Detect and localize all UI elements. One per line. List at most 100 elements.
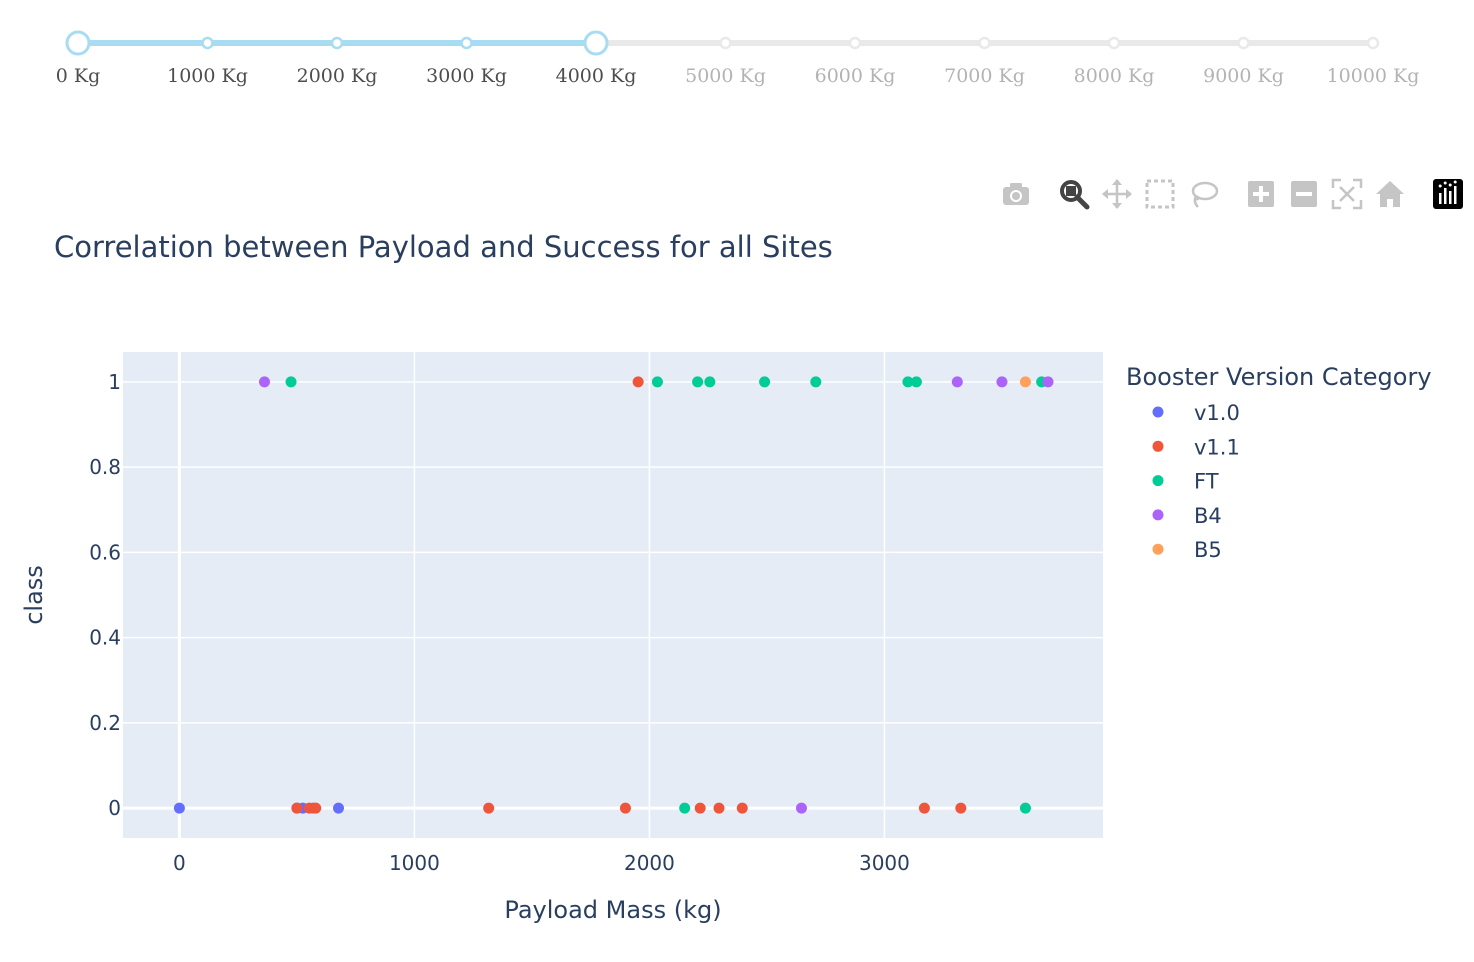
slider-mark-label[interactable]: 5000 Kg (685, 65, 766, 87)
data-point[interactable] (632, 376, 644, 388)
plotly-logo-button[interactable] (1426, 172, 1470, 216)
data-point[interactable] (173, 802, 185, 814)
data-point[interactable] (483, 802, 495, 814)
legend-label: v1.1 (1194, 435, 1240, 459)
data-point[interactable] (619, 802, 631, 814)
slider-mark-label[interactable]: 3000 Kg (426, 65, 507, 87)
y-tick-label: 0.4 (89, 626, 121, 650)
legend-label: FT (1194, 470, 1219, 494)
slider-mark-label[interactable]: 4000 Kg (556, 65, 637, 87)
data-point[interactable] (996, 376, 1008, 388)
lasso-select-button[interactable] (1181, 172, 1225, 216)
x-axis-title: Payload Mass (kg) (504, 896, 721, 924)
box-select-icon (1145, 179, 1175, 209)
zoom-out-button[interactable] (1282, 172, 1326, 216)
legend-label: v1.0 (1194, 401, 1240, 425)
slider-mark-label[interactable]: 8000 Kg (1074, 65, 1155, 87)
data-point[interactable] (955, 802, 967, 814)
data-point[interactable] (704, 376, 716, 388)
legend-item-B5[interactable]: B5 (1152, 538, 1222, 562)
data-point[interactable] (694, 802, 706, 814)
data-point[interactable] (679, 802, 691, 814)
slider-mark-label[interactable]: 2000 Kg (297, 65, 378, 87)
y-tick-label: 0.2 (89, 711, 121, 735)
y-tick-label: 0 (108, 796, 121, 820)
plotly-logo-icon (1433, 179, 1463, 209)
lasso-select-icon (1191, 181, 1219, 208)
plot-area[interactable] (123, 352, 1103, 838)
slider-mark-label[interactable]: 9000 Kg (1203, 65, 1284, 87)
series-B5 (1019, 376, 1031, 388)
payload-range-slider[interactable]: 0 Kg 1000 Kg 2000 Kg 3000 Kg 4000 Kg 5000 Kg 6… (0, 0, 1474, 130)
camera-icon (1003, 183, 1029, 205)
slider-mark-dot[interactable] (201, 36, 214, 50)
zoom-button[interactable] (1052, 172, 1096, 216)
data-point[interactable] (918, 802, 930, 814)
data-point[interactable] (713, 802, 725, 814)
camera-button[interactable] (994, 172, 1038, 216)
legend-item-B4[interactable]: B4 (1152, 504, 1222, 528)
y-tick-label: 1 (108, 370, 121, 394)
zoom-in-button[interactable] (1239, 172, 1283, 216)
x-tick-label: 3000 (859, 851, 910, 875)
legend-marker (1152, 406, 1164, 418)
slider-mark-label[interactable]: 0 Kg (56, 65, 101, 87)
slider-handle-max[interactable] (583, 30, 609, 56)
legend-title: Booster Version Category (1126, 363, 1432, 391)
slider-mark-dot[interactable] (1237, 36, 1250, 50)
slider-mark-dot[interactable] (1107, 36, 1121, 50)
y-tick-label: 0.8 (89, 455, 121, 479)
data-point[interactable] (1019, 376, 1031, 388)
legend-marker (1152, 509, 1164, 521)
data-point[interactable] (810, 376, 822, 388)
zoom-in-icon (1248, 181, 1274, 207)
data-point[interactable] (951, 376, 963, 388)
y-axis-title: class (20, 565, 48, 625)
data-point[interactable] (310, 802, 322, 814)
pan-icon (1102, 179, 1132, 209)
legend-item-FT[interactable]: FT (1152, 470, 1219, 494)
data-point[interactable] (736, 802, 748, 814)
slider-mark-dot[interactable] (848, 36, 862, 50)
data-point[interactable] (910, 376, 922, 388)
slider-mark-dot[interactable] (330, 36, 344, 50)
chart-title: Correlation between Payload and Success … (54, 230, 833, 264)
data-point[interactable] (1042, 376, 1054, 388)
data-point[interactable] (285, 376, 297, 388)
box-select-button[interactable] (1138, 172, 1182, 216)
home-icon (1376, 181, 1404, 207)
zoom-out-icon (1291, 181, 1317, 207)
x-tick-label: 1000 (389, 851, 440, 875)
data-point[interactable] (692, 376, 704, 388)
home-button[interactable] (1368, 172, 1412, 216)
data-point[interactable] (1019, 802, 1031, 814)
pan-button[interactable] (1095, 172, 1139, 216)
autoscale-button[interactable] (1325, 172, 1369, 216)
data-point[interactable] (795, 802, 807, 814)
slider-mark-label[interactable]: 6000 Kg (815, 65, 896, 87)
slider-mark-dot[interactable] (460, 36, 473, 50)
legend-item-v1.1[interactable]: v1.1 (1152, 435, 1240, 459)
scatter-plot[interactable]: 0 1000 2000 3000 0 0.2 0.4 0.6 0.8 1 Payload Mass … (0, 290, 1474, 962)
data-point[interactable] (258, 376, 270, 388)
legend-marker (1152, 440, 1164, 452)
x-tick-label: 0 (173, 851, 186, 875)
data-point[interactable] (759, 376, 771, 388)
y-tick-label: 0.6 (89, 540, 121, 564)
slider-mark-label[interactable]: 1000 Kg (167, 65, 248, 87)
data-point[interactable] (333, 802, 345, 814)
autoscale-icon (1331, 178, 1363, 210)
plotly-modebar (990, 172, 1474, 216)
data-point[interactable] (291, 802, 303, 814)
legend-marker (1152, 475, 1164, 487)
slider-mark-label[interactable]: 7000 Kg (944, 65, 1025, 87)
slider-handle-min[interactable] (65, 30, 91, 56)
slider-mark-dot[interactable] (978, 36, 991, 50)
slider-mark-label[interactable]: 10000 Kg (1327, 65, 1420, 87)
data-point[interactable] (651, 376, 663, 388)
legend-item-v1.0[interactable]: v1.0 (1152, 401, 1240, 425)
slider-mark-dot[interactable] (719, 36, 732, 50)
slider-mark-dot[interactable] (1366, 36, 1380, 50)
legend-label: B4 (1194, 504, 1222, 528)
legend-label: B5 (1194, 538, 1222, 562)
